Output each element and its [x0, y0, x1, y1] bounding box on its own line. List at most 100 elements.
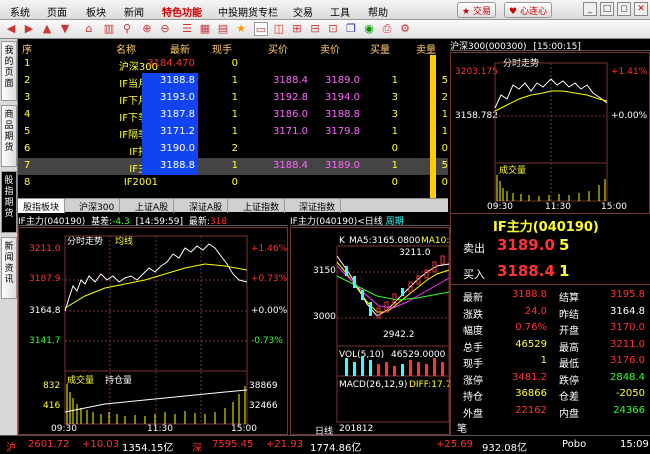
layout5-icon[interactable]: ⊡	[326, 22, 340, 36]
k-chart-period: 周期	[385, 217, 404, 227]
sheet-tab-hs300[interactable]: 沪深300	[74, 199, 121, 213]
if-chart-panel[interactable]: 分时走势 均线 3211.0 +1.46% 3187.9 +0.73% 3164…	[18, 227, 288, 435]
col-header-ask[interactable]: 卖价	[320, 41, 340, 56]
index-chart-title: 沪深300(000300)	[450, 42, 527, 52]
sheet-tab-bar: 股指板块 沪深300 上证A股 深证A股 上证指数 深证指数	[18, 198, 448, 213]
star-icon[interactable]: ★	[234, 22, 248, 36]
layout2-icon[interactable]: ◫	[272, 22, 286, 36]
k-label: K	[339, 236, 345, 246]
sheet-tab-index-sector[interactable]: 股指板块	[18, 199, 66, 213]
menu-features[interactable]: 特色功能	[162, 4, 202, 19]
link-button[interactable]: ♥ 心连心	[504, 2, 552, 18]
cell-ask: 3189.0	[325, 75, 360, 86]
detail-label: 涨跌	[463, 309, 483, 321]
tab-my-page[interactable]: 我的页面	[1, 41, 17, 101]
zoom-in-icon[interactable]: ⊕	[140, 22, 154, 36]
col-header-name[interactable]: 名称	[116, 41, 136, 56]
cell-seq: 6	[24, 143, 31, 154]
if-vol-2: 416	[43, 401, 61, 411]
col-header-bidqty[interactable]: 买量	[370, 41, 390, 56]
back-icon[interactable]: ◀	[4, 22, 18, 36]
chart-icon[interactable]: ▥	[102, 22, 116, 36]
search-icon[interactable]: ⚲	[120, 22, 134, 36]
forward-icon[interactable]: ▶	[22, 22, 36, 36]
col-header-vol[interactable]: 现手	[212, 41, 232, 56]
menu-trade[interactable]: 交易	[293, 4, 313, 19]
if-oi-2: 32466	[249, 401, 278, 411]
zoom-out-icon[interactable]: ⊖	[158, 22, 172, 36]
index-chart-panel[interactable]: 分时走势 3203.175 +1.41% 3158.782 +0.00% 成交量…	[450, 52, 650, 214]
layout1-icon[interactable]: ▭	[254, 22, 268, 36]
col-header-last[interactable]: 最新	[170, 41, 190, 56]
cell-bid: 3186.0	[273, 109, 308, 120]
cell-vol: 1	[231, 160, 238, 171]
down-icon[interactable]: ▼	[58, 22, 72, 36]
detail-value: 22162	[515, 404, 547, 416]
f10-icon[interactable]: ❐	[344, 22, 358, 36]
col-header-askqty[interactable]: 卖量	[416, 41, 436, 56]
sheet-tab-sh-index[interactable]: 上证指数	[238, 199, 286, 213]
vertical-scrollbar[interactable]	[430, 55, 436, 198]
settings-icon[interactable]: ⚙	[398, 22, 412, 36]
col-header-seq[interactable]: 序	[22, 41, 32, 56]
k-chart-panel[interactable]: K MA5:3165.0800 MA10:3 3211.0 3150 3000 …	[290, 227, 457, 437]
if-base-value: -4.3	[112, 217, 130, 227]
sell-label: 卖出	[463, 242, 485, 255]
home-icon[interactable]: ⌂	[82, 22, 96, 36]
quote-row[interactable]: 7IF主力3188.813188.43189.015	[18, 158, 448, 175]
cell-last: 3184.470	[147, 58, 195, 69]
detail-value: 24366	[613, 404, 645, 416]
quote-row[interactable]: 5 IF隔季连 3171.2 1 3171.0 3179.8 1 1	[18, 124, 448, 141]
layout3-icon[interactable]: ⊞	[290, 22, 304, 36]
close-icon[interactable]: ✕	[634, 2, 648, 16]
up-icon[interactable]: ▲	[40, 22, 54, 36]
detail-label: 开盘	[559, 326, 579, 337]
quote-row[interactable]: 8 IF2001 0 0 0	[18, 175, 448, 192]
kline-icon[interactable]: ▤	[216, 22, 230, 36]
print-icon[interactable]: ⎙	[380, 22, 394, 36]
tab-commodity-futures[interactable]: 商品期货	[1, 105, 17, 167]
list-icon[interactable]: ☰	[180, 22, 194, 36]
tab-index-futures[interactable]: 股指期货	[1, 171, 17, 233]
alert-icon[interactable]: ◉	[362, 22, 376, 36]
detail-label: 昨结	[559, 309, 579, 321]
detail-value: 3195.8	[610, 289, 645, 300]
maximize-icon[interactable]: □	[600, 2, 614, 16]
menu-page[interactable]: 页面	[47, 4, 67, 19]
menu-sector[interactable]: 板块	[86, 4, 106, 19]
sell-price[interactable]: 3189.0	[497, 236, 555, 254]
tick-note: 笔	[457, 424, 467, 435]
sheet-tab-sh-a[interactable]: 上证A股	[130, 199, 175, 213]
tab-news[interactable]: 新闻资讯	[1, 237, 17, 299]
menu-zhongtou[interactable]: 中投期货专栏	[218, 4, 278, 19]
col-header-bid[interactable]: 买价	[268, 41, 288, 56]
menu-system[interactable]: 系统	[10, 4, 30, 19]
cell-last: 3190.0	[142, 141, 198, 158]
sheet-tab-sz-a[interactable]: 深证A股	[184, 199, 229, 213]
cell-vol: 1	[231, 126, 238, 137]
index-time-start: 09:30	[487, 202, 513, 212]
quote-row[interactable]: 3 IF下月连 3193.0 1 3192.8 3194.0 3 2	[18, 90, 448, 107]
cell-vol: 0	[231, 58, 238, 69]
trade-button[interactable]: ★ 交易	[457, 2, 496, 18]
buy-price[interactable]: 3188.4	[497, 262, 555, 280]
menu-news[interactable]: 新闻	[124, 4, 144, 19]
link-button-label: 心连心	[519, 7, 547, 17]
minimize-icon[interactable]: _	[583, 2, 597, 16]
menu-tools[interactable]: 工具	[330, 4, 350, 19]
index-time-end: 15:00	[601, 202, 627, 212]
quote-row[interactable]: 2 IF当月连 3188.8 1 3188.4 3189.0 1 5	[18, 73, 448, 90]
sheet-tab-sz-index[interactable]: 深证指数	[294, 199, 342, 213]
menu-help[interactable]: 帮助	[368, 4, 388, 19]
if-price-1: 3211.0	[29, 244, 61, 254]
index-chart-header: 沪深300(000300) [15:00:15]	[450, 39, 650, 52]
layout4-icon[interactable]: ⊟	[308, 22, 322, 36]
quote-row[interactable]: 1 沪深300 3184.470 0	[18, 56, 448, 73]
if-price-2: 3187.9	[29, 274, 61, 284]
cell-askqty: 5	[441, 160, 448, 171]
quote-row[interactable]: 4 IF下季连 3187.8 1 3186.0 3188.8 3 1	[18, 107, 448, 124]
grid-icon[interactable]: ▦	[198, 22, 212, 36]
quote-row[interactable]: 6IF指数3190.0200	[18, 141, 448, 158]
status-cy-amount: 932.08亿	[482, 443, 527, 454]
restore-icon[interactable]: ◻	[617, 2, 631, 16]
